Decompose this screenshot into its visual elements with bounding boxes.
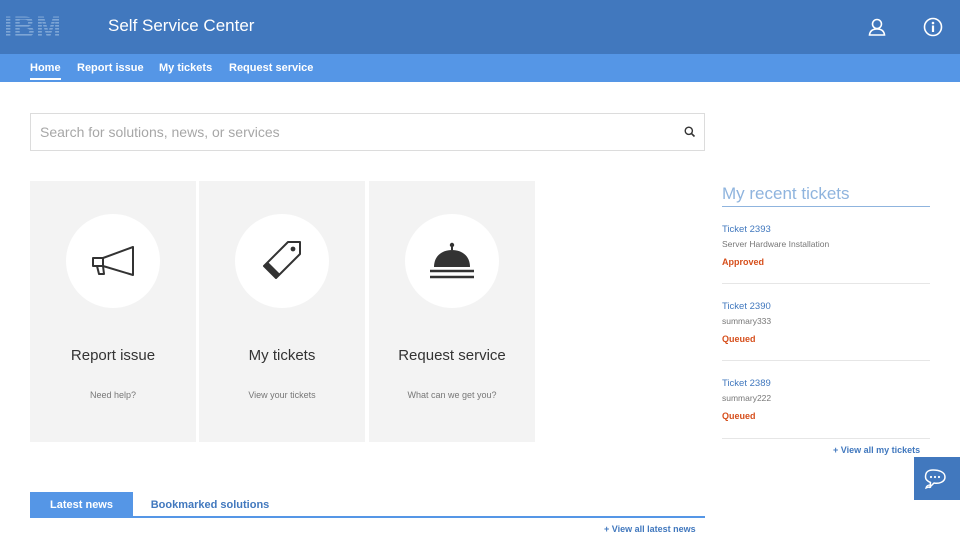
ticket-status: Approved	[722, 257, 765, 267]
main-nav: Home Report issue My tickets Request ser…	[0, 54, 960, 82]
megaphone-icon	[92, 246, 134, 276]
nav-request-service[interactable]: Request service	[229, 62, 313, 74]
user-icon[interactable]	[864, 14, 890, 40]
ticket-summary: Server Hardware Installation	[722, 239, 830, 249]
tile-title: My tickets	[248, 347, 316, 364]
search-bar	[30, 113, 705, 151]
info-icon[interactable]	[920, 14, 946, 40]
tab-underline	[30, 516, 705, 518]
service-bell-icon	[430, 242, 474, 279]
tile-my-tickets[interactable]: My tickets View your tickets	[199, 181, 365, 442]
view-all-news-link[interactable]: + View all latest news	[604, 524, 696, 534]
chat-icon	[924, 468, 946, 489]
ibm-logo[interactable]: IBM	[2, 10, 76, 42]
tile-subtitle: Need help?	[89, 390, 137, 400]
tile-title: Request service	[398, 347, 506, 364]
app-title: Self Service Center	[108, 16, 255, 35]
ticket-item: Ticket 2389 summary222 Queued	[722, 378, 930, 421]
ticket-item: Ticket 2393 Server Hardware Installation…	[722, 224, 930, 267]
tile-subtitle: What can we get you?	[407, 390, 497, 400]
ticket-item: Ticket 2390 summary333 Queued	[722, 301, 930, 344]
tag-icon	[263, 241, 301, 279]
nav-home[interactable]: Home	[30, 62, 61, 80]
chat-button[interactable]	[914, 457, 960, 500]
ticket-divider	[722, 438, 930, 439]
search-icon[interactable]	[683, 125, 697, 139]
ticket-link[interactable]: Ticket 2389	[722, 378, 930, 389]
ticket-status: Queued	[722, 411, 756, 421]
tile-icon-circle	[235, 214, 329, 308]
ticket-link[interactable]: Ticket 2393	[722, 224, 930, 235]
tab-bookmarked-solutions[interactable]: Bookmarked solutions	[140, 492, 280, 517]
ticket-summary: summary333	[722, 316, 772, 326]
nav-report-issue[interactable]: Report issue	[77, 62, 144, 74]
recent-tickets-title: My recent tickets	[722, 184, 850, 203]
ticket-divider	[722, 283, 930, 284]
nav-my-tickets[interactable]: My tickets	[159, 62, 212, 74]
ticket-divider	[722, 360, 930, 361]
tile-icon-circle	[405, 214, 499, 308]
ticket-summary: summary222	[722, 393, 772, 403]
tab-latest-news[interactable]: Latest news	[30, 492, 133, 517]
ticket-link[interactable]: Ticket 2390	[722, 301, 930, 312]
search-input[interactable]	[40, 114, 670, 150]
tile-icon-circle	[66, 214, 160, 308]
recent-tickets-divider	[722, 206, 930, 207]
tile-title: Report issue	[70, 347, 156, 364]
tile-request-service[interactable]: Request service What can we get you?	[369, 181, 535, 442]
tile-subtitle: View your tickets	[248, 390, 316, 400]
tile-report-issue[interactable]: Report issue Need help?	[30, 181, 196, 442]
top-header: IBM Self Service Center	[0, 0, 960, 54]
ticket-status: Queued	[722, 334, 756, 344]
view-all-tickets-link[interactable]: + View all my tickets	[833, 445, 920, 455]
svg-text:IBM: IBM	[4, 11, 62, 42]
